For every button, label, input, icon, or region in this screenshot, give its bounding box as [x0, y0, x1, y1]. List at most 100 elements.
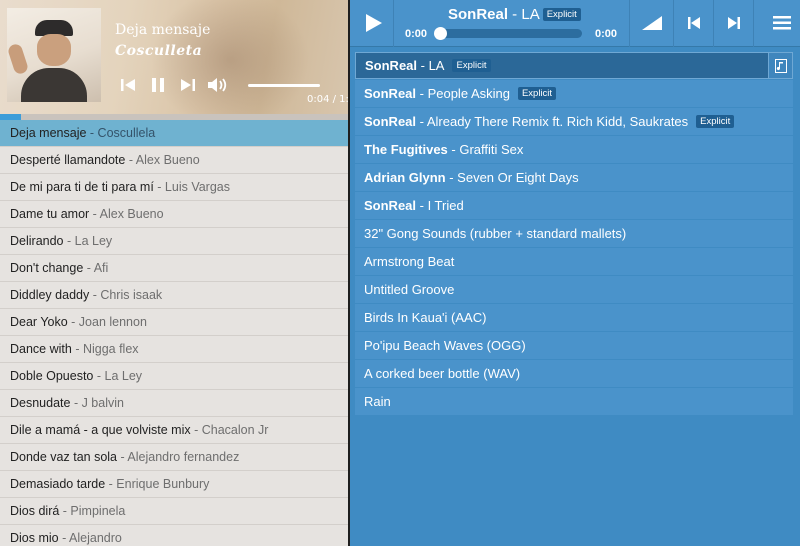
prev-icon	[688, 17, 700, 29]
playlist-item[interactable]: Armstrong Beat	[355, 248, 793, 275]
track-artist: - Luis Vargas	[153, 180, 231, 194]
playlist-item[interactable]: Dear Yoko - Joan lennon	[0, 309, 348, 336]
menu-button[interactable]	[753, 0, 800, 47]
seek-bar[interactable]	[248, 84, 320, 87]
next-button[interactable]	[713, 0, 753, 47]
track-title: Don't change	[10, 261, 84, 275]
playlist-item[interactable]: Doble Opuesto - La Ley	[0, 363, 348, 390]
now-playing-artist: SonReal	[448, 6, 509, 23]
track-title: - Seven Or Eight Days	[445, 170, 579, 185]
playlist-item[interactable]: Deja mensaje - Coscullela	[0, 120, 348, 147]
playlist-item[interactable]: Dance with - Nigga flex	[0, 336, 348, 363]
explicit-badge: Explicit	[517, 87, 557, 100]
explicit-badge: Explicit	[696, 115, 735, 128]
track-title: Dios mio	[10, 531, 59, 545]
total-time: 0:00	[595, 28, 618, 40]
play-icon	[366, 14, 382, 32]
play-button[interactable]	[350, 0, 393, 47]
track-title: - I Tried	[416, 198, 464, 213]
playlist-item[interactable]: De mi para ti de ti para mí - Luis Varga…	[0, 174, 348, 201]
track-artist: - La Ley	[63, 234, 113, 248]
playlist-item[interactable]: 32" Gong Sounds (rubber + standard malle…	[355, 220, 793, 247]
volume-button[interactable]	[629, 0, 673, 47]
album-cover	[7, 8, 101, 102]
now-playing-artist: Cosculleta	[115, 43, 203, 59]
playlist-item[interactable]: Birds In Kaua'i (AAC)	[355, 304, 793, 331]
playlist-item[interactable]: The Fugitives - Graffiti Sex	[355, 136, 793, 163]
track-artist: - J balvin	[70, 396, 124, 410]
playlist-item[interactable]: Dios dirá - Pimpinela	[0, 498, 348, 525]
track-title: Doble Opuesto	[10, 369, 94, 383]
playlist-item[interactable]: Donde vaz tan sola - Alejandro fernandez	[0, 444, 348, 471]
track-artist: - Enrique Bunbury	[105, 477, 210, 491]
explicit-badge: Explicit	[452, 59, 491, 72]
volume-icon[interactable]	[207, 76, 229, 94]
playlist-item[interactable]: Po'ipu Beach Waves (OGG)	[355, 332, 793, 359]
playlist-item[interactable]: Demasiado tarde - Enrique Bunbury	[0, 471, 348, 498]
now-playing-track: LA	[521, 6, 540, 23]
track-artist: SonReal	[364, 86, 417, 101]
track-title: - LA	[417, 58, 445, 73]
track-title: Rain	[364, 394, 391, 409]
left-music-player: Deja mensaje Cosculleta 0:04 / 1: Deja m…	[0, 0, 350, 546]
seek-bar[interactable]	[436, 29, 582, 38]
menu-icon	[773, 16, 791, 30]
playlist-item[interactable]: Adrian Glynn - Seven Or Eight Days	[355, 164, 793, 191]
track-title: Birds In Kaua'i (AAC)	[364, 310, 487, 325]
track-title: Demasiado tarde	[10, 477, 106, 491]
track-title: Deja mensaje	[10, 126, 87, 140]
track-artist: - Nigga flex	[71, 342, 139, 356]
track-title: Desnudate	[10, 396, 71, 410]
now-playing-title: SonReal - LA Explicit	[448, 6, 581, 23]
now-playing-title: Deja mensaje	[115, 22, 211, 38]
previous-button[interactable]	[673, 0, 713, 47]
track-title: Po'ipu Beach Waves (OGG)	[364, 338, 526, 353]
track-artist: - Chacalon Jr	[190, 423, 269, 437]
track-artist: - La Ley	[93, 369, 143, 383]
track-artist: - Alex Bueno	[125, 153, 200, 167]
track-title: - Graffiti Sex	[447, 142, 524, 157]
track-title: Donde vaz tan sola	[10, 450, 118, 464]
next-icon[interactable]	[179, 76, 197, 94]
track-menu-button[interactable]	[768, 53, 792, 78]
playlist-item[interactable]: Desperté llamandote - Alex Bueno	[0, 147, 348, 174]
playlist-item[interactable]: SonReal - I Tried	[355, 192, 793, 219]
playlist-item[interactable]: SonReal - Already There Remix ft. Rich K…	[355, 108, 793, 135]
playlist-item[interactable]: A corked beer bottle (WAV)	[355, 360, 793, 387]
playlist-item[interactable]: Desnudate - J balvin	[0, 390, 348, 417]
track-artist: - Afi	[83, 261, 109, 275]
prev-icon[interactable]	[119, 76, 137, 94]
track-title: - People Asking	[416, 86, 510, 101]
track-title: De mi para ti de ti para mí	[10, 180, 154, 194]
track-artist: - Coscullela	[86, 126, 156, 140]
track-title: Untitled Groove	[364, 282, 455, 297]
playlist-item[interactable]: SonReal - People Asking Explicit	[355, 80, 793, 107]
seek-handle[interactable]	[434, 27, 447, 40]
track-artist: - Pimpinela	[59, 504, 126, 518]
playlist-item[interactable]: Dios mio - Alejandro	[0, 525, 348, 546]
playlist-item[interactable]: Rain	[355, 388, 793, 415]
track-artist: - Alex Bueno	[89, 207, 164, 221]
track-artist: - Alejandro	[58, 531, 122, 545]
track-artist: - Chris isaak	[89, 288, 163, 302]
playlist-item[interactable]: Diddley daddy - Chris isaak	[0, 282, 348, 309]
pause-icon[interactable]	[149, 76, 167, 94]
playlist-item[interactable]: Dame tu amor - Alex Bueno	[0, 201, 348, 228]
track-title: Dance with	[10, 342, 72, 356]
track-title: Diddley daddy	[10, 288, 90, 302]
track-artist: Adrian Glynn	[364, 170, 446, 185]
track-title: 32" Gong Sounds (rubber + standard malle…	[364, 226, 627, 241]
track-title: Dile a mamá - a que volviste mix	[10, 423, 191, 437]
next-icon	[728, 17, 740, 29]
playlist-item[interactable]: Don't change - Afi	[0, 255, 348, 282]
playlist-item[interactable]: Delirando - La Ley	[0, 228, 348, 255]
track-title: A corked beer bottle (WAV)	[364, 366, 521, 381]
track-artist: The Fugitives	[364, 142, 448, 157]
time-display: 0:04 / 1:	[307, 94, 349, 105]
playlist-item[interactable]: SonReal - LA Explicit	[355, 52, 793, 79]
track-title: Dios dirá	[10, 504, 60, 518]
playlist-item[interactable]: Untitled Groove	[355, 276, 793, 303]
track-artist: - Joan lennon	[67, 315, 147, 329]
track-title: - Already There Remix ft. Rich Kidd, Sau…	[416, 114, 689, 129]
playlist-item[interactable]: Dile a mamá - a que volviste mix - Chaca…	[0, 417, 348, 444]
